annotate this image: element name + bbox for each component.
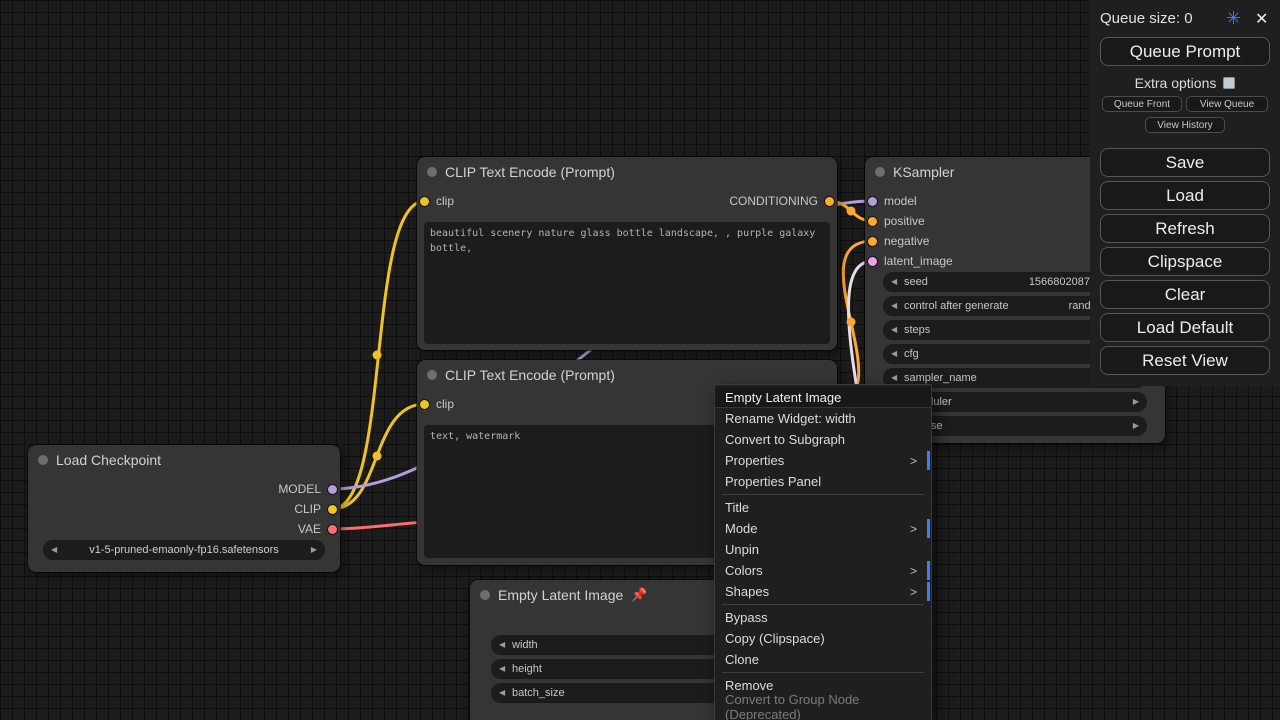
collapse-toggle[interactable] (38, 455, 48, 465)
clear-button[interactable]: Clear (1100, 280, 1270, 309)
menu-item-convert-to-group-node: Convert to Group Node (Deprecated) (725, 691, 860, 720)
menu-item-shapes[interactable]: Shapes > (715, 581, 931, 602)
queue-front-button[interactable]: Queue Front (1102, 96, 1182, 112)
graph-canvas[interactable]: CLIP Text Encode (Prompt) clip CONDITION… (0, 0, 1280, 720)
submenu-accent-bar (927, 451, 930, 470)
menu-item-bypass[interactable]: Bypass (715, 607, 931, 628)
input-slot-negative[interactable]: negative (868, 234, 929, 248)
menu-item-copy-clipspace[interactable]: Copy (Clipspace) (715, 628, 931, 649)
output-slot-vae[interactable]: VAE (298, 522, 337, 536)
menu-item-convert-to-subgraph[interactable]: Convert to Subgraph (715, 429, 931, 450)
node-load-checkpoint[interactable]: Load Checkpoint MODEL CLIP VAE ◀ v1-5-pr… (28, 445, 340, 572)
view-queue-button[interactable]: View Queue (1186, 96, 1268, 112)
collapse-toggle[interactable] (480, 590, 490, 600)
menu-separator (722, 672, 924, 673)
queue-prompt-button[interactable]: Queue Prompt (1100, 37, 1270, 66)
model-slot-dot[interactable] (328, 484, 337, 494)
arrow-left-icon[interactable]: ◀ (51, 541, 57, 559)
context-menu-title: Empty Latent Image (715, 387, 931, 408)
reset-view-button[interactable]: Reset View (1100, 346, 1270, 375)
input-slot-clip[interactable]: clip (420, 397, 454, 411)
node-header[interactable]: Load Checkpoint (28, 445, 340, 475)
submenu-arrow-icon: > (909, 453, 917, 468)
link-midpoint-dot[interactable] (846, 206, 856, 216)
arrow-right-icon[interactable]: ▶ (1133, 393, 1139, 411)
clip-slot-dot[interactable] (420, 399, 429, 409)
arrow-left-icon[interactable]: ◀ (499, 636, 505, 654)
arrow-left-icon[interactable]: ◀ (891, 321, 897, 339)
menu-separator (722, 604, 924, 605)
arrow-left-icon[interactable]: ◀ (499, 660, 505, 678)
output-slot-model[interactable]: MODEL (278, 482, 337, 496)
input-slot-clip[interactable]: clip (420, 194, 454, 208)
load-default-button[interactable]: Load Default (1100, 313, 1270, 342)
settings-gear-icon[interactable]: ✳ (1226, 8, 1241, 29)
extra-options-row: Extra options (1090, 75, 1280, 91)
arrow-left-icon[interactable]: ◀ (891, 297, 897, 315)
latent-slot-dot[interactable] (868, 256, 877, 266)
refresh-button[interactable]: Refresh (1100, 214, 1270, 243)
view-history-button[interactable]: View History (1145, 117, 1225, 133)
node-title: CLIP Text Encode (Prompt) (445, 367, 615, 383)
node-clip-text-encode-positive[interactable]: CLIP Text Encode (Prompt) clip CONDITION… (417, 157, 837, 350)
node-title: KSampler (893, 164, 955, 180)
menu-item-properties-panel[interactable]: Properties Panel (715, 471, 931, 492)
arrow-right-icon[interactable]: ▶ (1133, 417, 1139, 435)
output-slot-conditioning[interactable]: CONDITIONING (729, 194, 834, 208)
arrow-left-icon[interactable]: ◀ (499, 684, 505, 702)
menu-item-colors[interactable]: Colors > (715, 560, 931, 581)
submenu-arrow-icon: > (909, 563, 917, 578)
conditioning-slot-dot[interactable] (868, 216, 877, 226)
context-menu: Empty Latent Image Rename Widget: width … (714, 384, 932, 720)
widget-ckpt-name[interactable]: ◀ v1-5-pruned-emaonly-fp16.safetensors ▶ (44, 541, 324, 559)
arrow-right-icon[interactable]: ▶ (311, 541, 317, 559)
model-slot-dot[interactable] (868, 196, 877, 206)
submenu-accent-bar (927, 561, 930, 580)
submenu-accent-bar (927, 582, 930, 601)
vae-slot-dot[interactable] (328, 524, 337, 534)
link-midpoint-dot[interactable] (372, 451, 382, 461)
input-slot-latent-image[interactable]: latent_image (868, 254, 953, 268)
link-midpoint-dot[interactable] (846, 317, 856, 327)
collapse-toggle[interactable] (427, 167, 437, 177)
menu-item-properties[interactable]: Properties > (715, 450, 931, 471)
arrow-left-icon[interactable]: ◀ (891, 273, 897, 291)
extra-options-checkbox[interactable] (1223, 77, 1236, 89)
input-slot-positive[interactable]: positive (868, 214, 925, 228)
node-header[interactable]: CLIP Text Encode (Prompt) (417, 157, 837, 187)
extra-options-label: Extra options (1134, 75, 1217, 91)
input-slot-model[interactable]: model (868, 194, 917, 208)
collapse-toggle[interactable] (875, 167, 885, 177)
save-button[interactable]: Save (1100, 148, 1270, 177)
close-icon[interactable]: ✕ (1255, 9, 1268, 29)
node-title: CLIP Text Encode (Prompt) (445, 164, 615, 180)
prompt-text-widget[interactable]: beautiful scenery nature glass bottle la… (424, 222, 830, 344)
clipspace-button[interactable]: Clipspace (1100, 247, 1270, 276)
queue-size-label: Queue size: 0 (1100, 10, 1193, 27)
menu-item-clone[interactable]: Clone (715, 649, 931, 670)
arrow-left-icon[interactable]: ◀ (891, 345, 897, 363)
collapse-toggle[interactable] (427, 370, 437, 380)
link-midpoint-dot[interactable] (372, 350, 382, 360)
conditioning-slot-dot[interactable] (825, 196, 834, 206)
queue-panel: Queue size: 0 ✳ ✕ Queue Prompt Extra opt… (1090, 0, 1280, 386)
menu-item-unpin[interactable]: Unpin (715, 539, 931, 560)
node-title: Load Checkpoint (56, 452, 162, 468)
node-title: Empty Latent Image (498, 587, 624, 603)
clip-slot-dot[interactable] (328, 504, 337, 514)
pin-icon: 📌 (631, 587, 648, 602)
submenu-arrow-icon: > (909, 584, 917, 599)
submenu-arrow-icon: > (909, 521, 917, 536)
menu-separator (722, 494, 924, 495)
menu-item-title[interactable]: Title (715, 497, 931, 518)
output-slot-clip[interactable]: CLIP (294, 502, 337, 516)
submenu-accent-bar (927, 519, 930, 538)
clip-slot-dot[interactable] (420, 196, 429, 206)
menu-item-mode[interactable]: Mode > (715, 518, 931, 539)
conditioning-slot-dot[interactable] (868, 236, 877, 246)
menu-item-rename-widget[interactable]: Rename Widget: width (715, 408, 931, 429)
load-button[interactable]: Load (1100, 181, 1270, 210)
